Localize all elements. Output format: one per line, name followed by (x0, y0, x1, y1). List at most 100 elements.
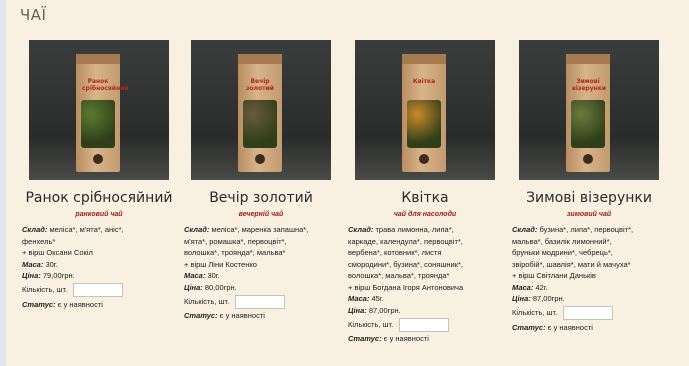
composition-block: Склад: бузина*, липа*, первоцвіт*, мальва… (512, 224, 674, 282)
status-label: Статус: (348, 334, 382, 343)
mass-value: 30г. (45, 259, 58, 269)
tea-bag-graphic: Квітка (402, 54, 446, 172)
composition-line: + вірш Світлани Даньків (512, 271, 596, 280)
bag-label: Вечір золотий (245, 78, 274, 92)
price-label: Ціна: (348, 305, 367, 315)
composition-line: трава лимонна, липа*, (375, 225, 454, 234)
bag-window (81, 100, 115, 148)
composition-line: меліса*, м'ята*, аніс*, (49, 225, 124, 234)
status-label: Статус: (22, 299, 56, 309)
price-row: Ціна: 80,00грн. (184, 282, 346, 294)
tea-bag-graphic: Вечір золотий (238, 54, 282, 172)
composition-line: мальва*, базилік лимонний*, (512, 236, 612, 246)
status-value: є у наявності (383, 334, 429, 343)
status-value: є у наявності (57, 299, 103, 309)
quantity-row: Кількість, шт. (512, 305, 674, 322)
product-card: Квітка Квітка чай для насолоди Склад: тр… (348, 40, 505, 343)
product-details: Склад: меліса*, маренка запашна*, м'ята*,… (184, 224, 346, 322)
brand-badge-icon (93, 154, 103, 164)
bag-window (243, 100, 277, 148)
composition-label: Склад: (184, 225, 210, 234)
quantity-label: Кількість, шт. (348, 319, 394, 329)
mass-label: Маса: (512, 282, 534, 292)
product-image[interactable]: Вечір золотий (191, 40, 331, 180)
status-value: є у наявності (219, 311, 265, 320)
status-label: Статус: (184, 311, 218, 320)
price-value: 79,00грн. (42, 271, 75, 280)
composition-label: Склад: (22, 225, 48, 234)
status-row: Статус: є у наявності (512, 322, 674, 334)
bag-window (407, 100, 441, 148)
product-details: Склад: бузина*, липа*, первоцвіт*, мальва… (512, 224, 674, 333)
quantity-label: Кількість, шт. (184, 296, 230, 306)
brand-badge-icon (583, 154, 593, 164)
product-name[interactable]: Квітка (345, 190, 505, 206)
price-label: Ціна: (512, 294, 531, 303)
brand-badge-icon (419, 154, 429, 164)
quantity-label: Кількість, шт. (22, 285, 68, 295)
price-label: Ціна: (22, 271, 41, 280)
product-subtitle: ранковий чай (75, 211, 123, 218)
product-card: Ранок срібносяйний Ранок срібносяйний ра… (22, 40, 179, 309)
status-label: Статус: (512, 322, 546, 332)
mass-value: 30г. (207, 271, 220, 280)
mass-row: Маса: 42г. (512, 282, 674, 294)
product-name[interactable]: Зимові візерунки (509, 190, 669, 206)
composition-line: вербена*, котовник*, листя (348, 248, 442, 257)
product-card: Зимові візерунки Зимові візерунки зимови… (512, 40, 669, 332)
tea-catalog-panel: ЧАЇ Ранок срібносяйний Ранок срібносяйни… (6, 0, 689, 366)
composition-line: + вірш Ліни Костенко (184, 259, 257, 269)
status-value: є у наявності (547, 322, 593, 332)
quantity-input[interactable] (73, 283, 124, 297)
bag-window (571, 100, 605, 148)
composition-line: м'ята*, ромашка*, первоцвіт*, (184, 236, 287, 246)
product-card: Вечір золотий Вечір золотий вечерній чай… (184, 40, 341, 320)
composition-block: Склад: трава лимонна, липа*, каркаде, кал… (348, 224, 510, 293)
quantity-input[interactable] (399, 317, 450, 332)
quantity-label: Кількість, шт. (512, 308, 558, 318)
quantity-row: Кількість, шт. (22, 282, 184, 299)
price-value: 80,00грн. (204, 282, 237, 292)
quantity-input[interactable] (563, 306, 614, 320)
quantity-row: Кількість, шт. (348, 316, 510, 333)
composition-line: волошка*, троянда*, мальва* (184, 248, 286, 257)
product-name[interactable]: Вечір золотий (181, 190, 341, 206)
product-details: Склад: меліса*, м'ята*, аніс*, фенхель* + … (22, 224, 184, 310)
composition-line: фенхель* (22, 236, 56, 246)
price-value: 87,00грн. (368, 305, 401, 315)
product-image[interactable]: Квітка (355, 40, 495, 180)
status-row: Статус: є у наявності (184, 310, 346, 322)
quantity-input[interactable] (235, 294, 286, 309)
price-row: Ціна: 87,00грн. (512, 293, 674, 305)
mass-value: 42г. (535, 282, 548, 292)
product-image[interactable]: Ранок срібносяйний (29, 40, 169, 180)
price-row: Ціна: 79,00грн. (22, 270, 184, 282)
composition-label: Склад: (348, 225, 374, 234)
product-subtitle: зимовий чай (566, 211, 612, 218)
composition-line: волошка*, мальва*, троянда* (348, 271, 450, 280)
product-name[interactable]: Ранок срібносяйний (19, 190, 179, 206)
composition-line: + вірш Богдана Ігоря Антоновича (348, 282, 464, 292)
mass-value: 45г. (371, 294, 384, 303)
composition-block: Склад: меліса*, м'ята*, аніс*, фенхель* + … (22, 224, 184, 259)
mass-row: Маса: 30г. (22, 259, 184, 271)
price-value: 87,00грн. (532, 294, 565, 303)
bag-label: Зимові візерунки (572, 78, 607, 92)
composition-line: каркаде, календула*, первоцвіт*, (348, 236, 463, 246)
composition-line: смородини*, бузина*, соняшник*, (348, 259, 463, 269)
mass-label: Маса: (184, 271, 206, 280)
bag-label: Ранок срібносяйний (82, 78, 129, 92)
composition-block: Склад: меліса*, маренка запашна*, м'ята*,… (184, 224, 346, 270)
composition-line: меліса*, маренка запашна*, (211, 225, 309, 234)
composition-line: + вірш Оксани Сокіл (22, 248, 93, 257)
composition-line: бруньки модрини*, чебрець*, (512, 248, 613, 257)
price-label: Ціна: (184, 282, 203, 292)
mass-row: Маса: 45г. (348, 293, 510, 305)
brand-badge-icon (255, 154, 265, 164)
bag-label: Квітка (412, 78, 436, 85)
product-image[interactable]: Зимові візерунки (519, 40, 659, 180)
quantity-row: Кількість, шт. (184, 293, 346, 310)
product-subtitle: вечерній чай (238, 211, 284, 218)
mass-row: Маса: 30г. (184, 270, 346, 282)
status-row: Статус: є у наявності (22, 299, 184, 311)
